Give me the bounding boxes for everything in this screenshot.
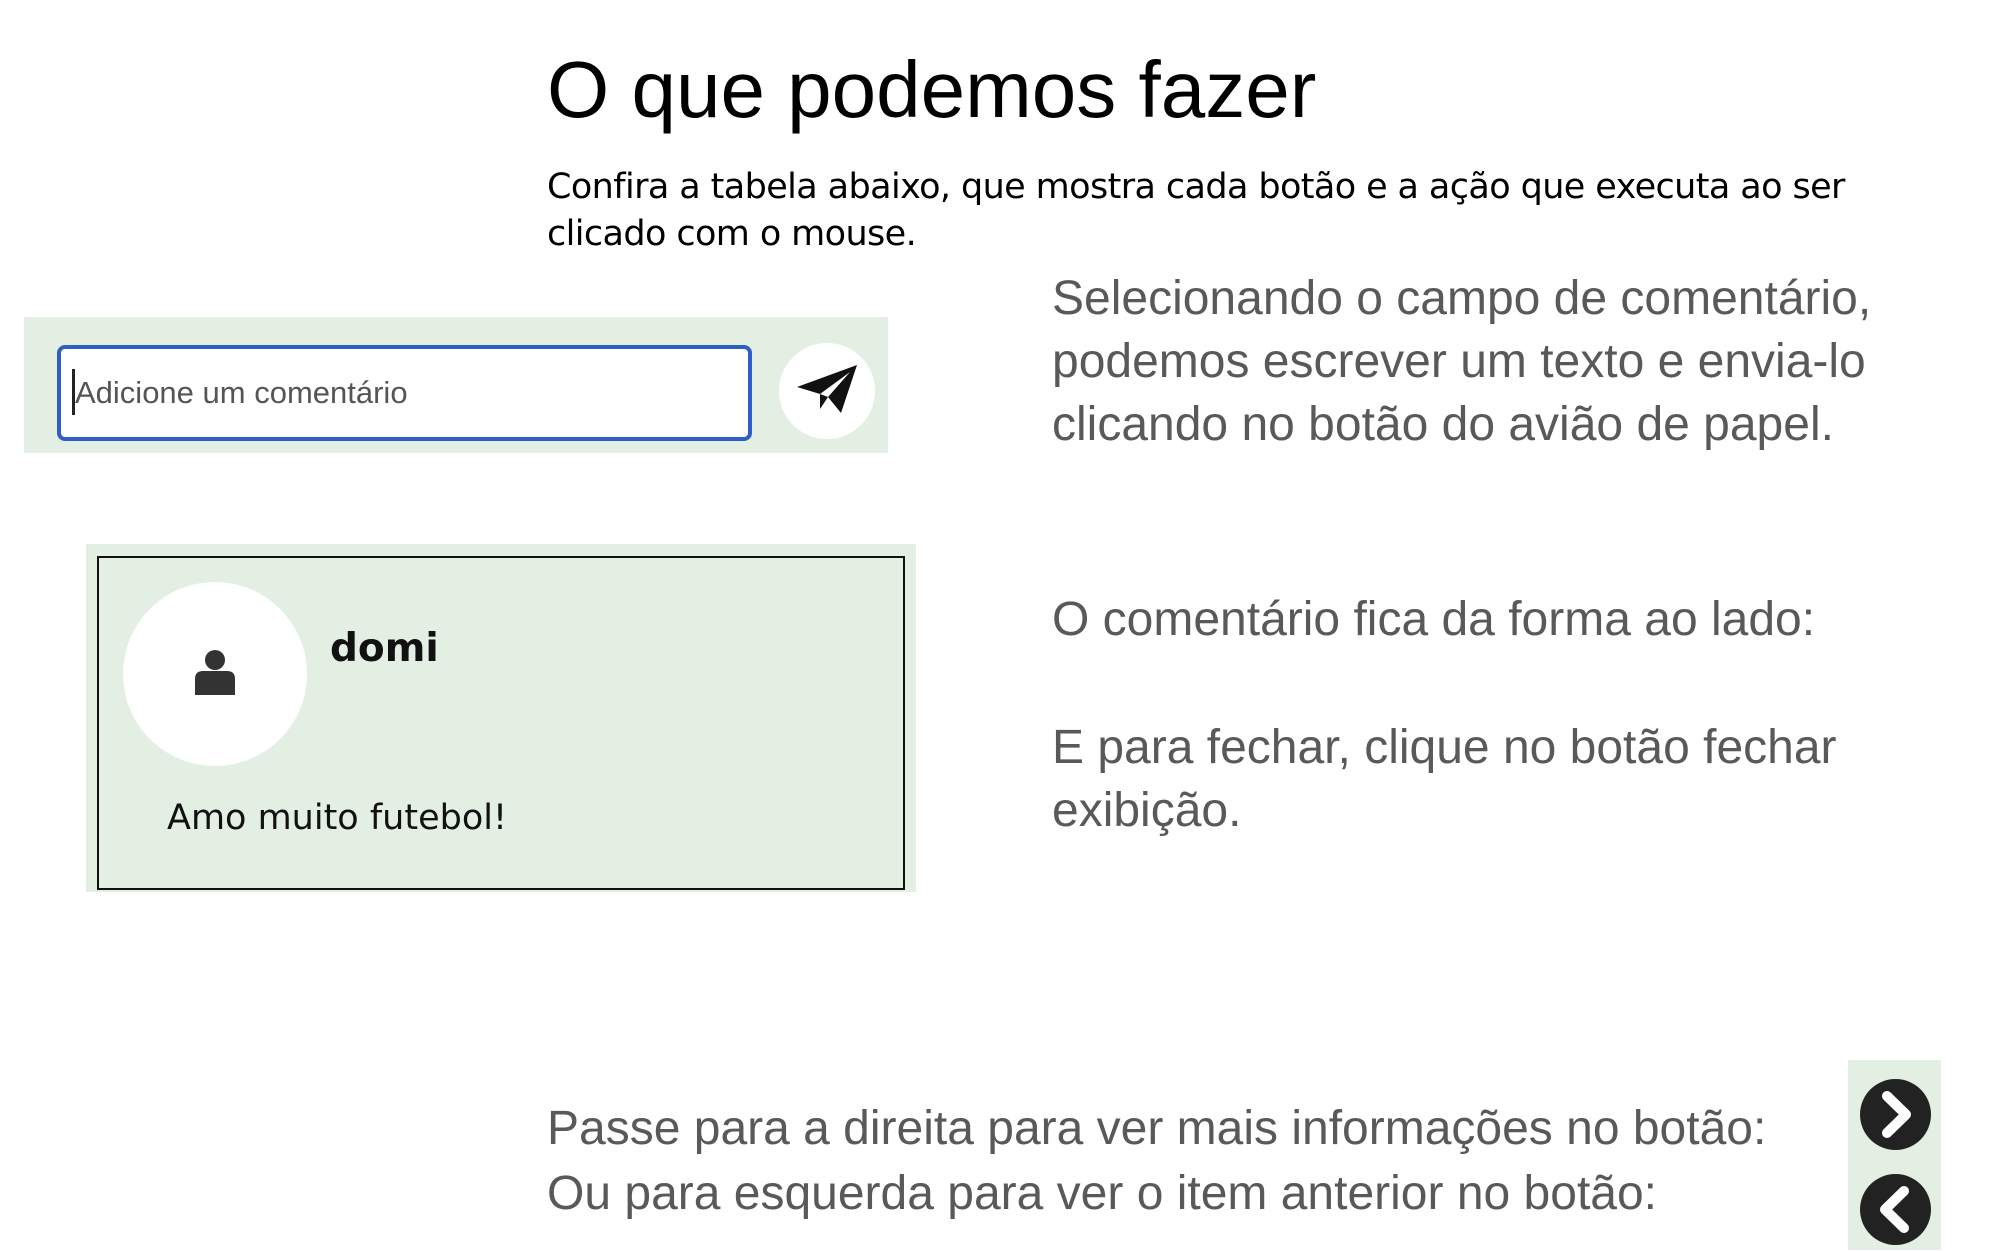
intro-line: clicado com o mouse. [547, 214, 917, 254]
comment-input[interactable] [57, 345, 752, 441]
next-button[interactable] [1859, 1078, 1932, 1151]
navigation-text: Passe para a direita para ver mais infor… [547, 1096, 1766, 1226]
close-description: E para fechar, clique no botão fechar ex… [1052, 716, 1837, 842]
close-description-line: E para fechar, clique no botão fechar [1052, 721, 1837, 774]
intro-text: Confira a tabela abaixo, que mostra cada… [547, 164, 1847, 258]
comment-card: domi Amo muito futebol! [97, 556, 905, 890]
comment-form-example [24, 317, 888, 453]
chevron-right-icon [1859, 1079, 1932, 1155]
chevron-left-icon [1859, 1174, 1932, 1250]
comment-username: domi [330, 626, 439, 671]
send-button[interactable] [779, 343, 875, 439]
prev-hint: Ou para esquerda para ver o item anterio… [547, 1167, 1657, 1220]
send-description-line: podemos escrever um texto e envia-lo [1052, 335, 1866, 388]
send-description-line: clicando no botão do avião de papel. [1052, 398, 1834, 451]
navigation-buttons [1848, 1060, 1941, 1250]
avatar [123, 582, 307, 766]
user-icon [194, 649, 236, 700]
next-hint: Passe para a direita para ver mais infor… [547, 1102, 1767, 1155]
comment-description: O comentário fica da forma ao lado: [1052, 593, 1816, 646]
comment-text: Amo muito futebol! [167, 798, 507, 838]
close-description-line: exibição. [1052, 784, 1242, 837]
comment-card-example: domi Amo muito futebol! [86, 544, 916, 892]
prev-button[interactable] [1859, 1173, 1932, 1246]
send-description: Selecionando o campo de comentário, pode… [1052, 267, 1871, 456]
intro-line: Confira a tabela abaixo, que mostra cada… [547, 167, 1845, 207]
page-title: O que podemos fazer [547, 45, 1317, 134]
paper-plane-icon [795, 364, 859, 419]
send-description-line: Selecionando o campo de comentário, [1052, 272, 1872, 325]
text-caret [72, 369, 75, 415]
